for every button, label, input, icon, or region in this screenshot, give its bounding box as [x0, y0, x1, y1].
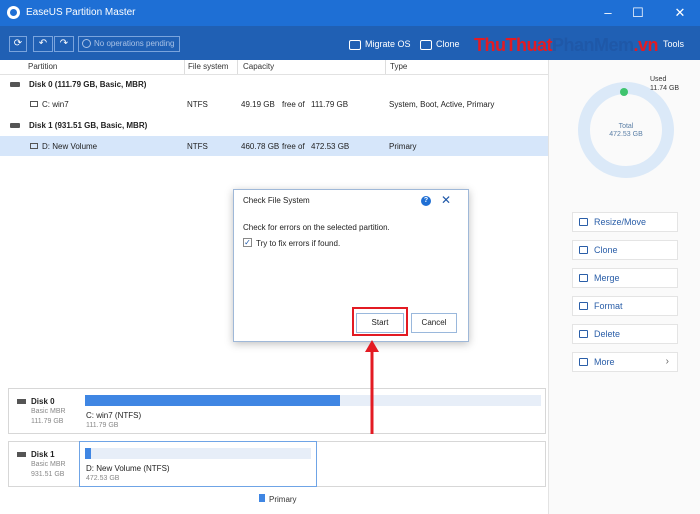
- disk-icon: [17, 399, 26, 404]
- disk-map-size: 931.51 GB: [31, 471, 65, 478]
- total-value: 472.53 GB: [609, 131, 643, 138]
- partition-total: 472.53 GB: [311, 142, 350, 151]
- tools-button[interactable]: Tools: [663, 36, 684, 52]
- maximize-icon[interactable]: ☐: [626, 3, 650, 23]
- migrate-os-button[interactable]: Migrate OS: [349, 36, 411, 52]
- disk-map-partition: D: New Volume (NTFS): [86, 464, 170, 473]
- disk-icon: [10, 123, 20, 128]
- merge-button[interactable]: Merge: [572, 268, 678, 288]
- partition-icon: [30, 143, 38, 149]
- disk-label: Disk 0 (111.79 GB, Basic, MBR): [29, 80, 147, 89]
- disk-map-type: Basic MBR: [31, 408, 66, 415]
- used-indicator-dot: [620, 88, 628, 96]
- total-label: Total: [618, 123, 634, 130]
- annotation-arrow: [365, 340, 379, 434]
- help-icon[interactable]: ?: [421, 196, 431, 206]
- used-label: Used: [650, 76, 667, 83]
- more-dots-icon: [579, 358, 588, 366]
- column-header-file-system[interactable]: File system: [188, 62, 228, 74]
- partition-fs: NTFS: [187, 100, 208, 109]
- disk-label: Disk 1 (931.51 GB, Basic, MBR): [29, 121, 148, 130]
- partition-icon: [30, 101, 38, 107]
- column-header-type[interactable]: Type: [390, 62, 407, 74]
- redo-button[interactable]: ↷: [54, 36, 74, 52]
- partition-name: C: win7: [42, 100, 69, 109]
- disk-row[interactable]: Disk 1 (931.51 GB, Basic, MBR): [0, 115, 548, 135]
- disk-map-disk-0[interactable]: Disk 0 Basic MBR 111.79 GB C: win7 (NTFS…: [8, 388, 546, 434]
- disk-row[interactable]: Disk 0 (111.79 GB, Basic, MBR): [0, 74, 548, 94]
- app-logo-icon: [7, 6, 20, 19]
- clone-icon: [579, 246, 588, 254]
- migrate-os-icon: [349, 39, 361, 50]
- column-separator: [385, 60, 386, 74]
- close-icon[interactable]: ✕: [668, 3, 692, 23]
- column-header-capacity[interactable]: Capacity: [243, 62, 274, 74]
- legend-primary-label: Primary: [269, 495, 297, 504]
- partition-total: 111.79 GB: [311, 100, 349, 109]
- column-separator: [184, 60, 185, 74]
- used-value: 11.74 GB: [650, 85, 680, 92]
- disk-icon: [17, 452, 26, 457]
- partition-row-selected[interactable]: D: New Volume NTFS 460.78 GB free of 472…: [0, 136, 548, 156]
- disk-map-name: Disk 0: [31, 397, 55, 406]
- column-header-partition[interactable]: Partition: [28, 62, 57, 74]
- more-button[interactable]: More ›: [572, 352, 678, 372]
- disk-map-partition-size: 111.79 GB: [86, 422, 119, 429]
- disk-icon: [10, 82, 20, 87]
- watermark: ThuThuatPhanMem.vn: [474, 35, 659, 55]
- column-separator: [237, 60, 238, 74]
- partition-bar-fill: [85, 395, 341, 406]
- disk-map-disk-1[interactable]: Disk 1 Basic MBR 931.51 GB D: New Volume…: [8, 441, 546, 487]
- partition-free: 49.19 GB: [241, 100, 275, 109]
- clone-icon: [420, 39, 432, 50]
- minimize-icon[interactable]: –: [596, 3, 620, 23]
- disk-map-size: 111.79 GB: [31, 418, 64, 425]
- partition-row[interactable]: C: win7 NTFS 49.19 GB free of 111.79 GB …: [0, 94, 548, 114]
- partition-bar-fill: [85, 448, 91, 459]
- resize-move-button[interactable]: Resize/Move: [572, 212, 678, 232]
- format-button[interactable]: Format: [572, 296, 678, 316]
- dialog-close-icon[interactable]: ✕: [441, 193, 451, 207]
- pending-operations-button[interactable]: No operations pending: [78, 36, 180, 52]
- title-bar: EaseUS Partition Master – ☐ ✕: [0, 0, 700, 26]
- dialog-message: Check for errors on the selected partiti…: [243, 223, 390, 232]
- legend-primary-swatch: [259, 494, 265, 502]
- disk-map-partition-size: 472.53 GB: [86, 475, 120, 482]
- chevron-right-icon: ›: [665, 356, 669, 367]
- partition-type: Primary: [389, 142, 417, 151]
- disk-map-partition: C: win7 (NTFS): [86, 411, 142, 420]
- format-icon: [579, 302, 588, 310]
- partition-bar[interactable]: [85, 448, 311, 459]
- cancel-button[interactable]: Cancel: [411, 313, 457, 333]
- highlight-box: [352, 307, 408, 336]
- free-of-label: free of: [282, 100, 305, 109]
- dialog-title: Check File System: [243, 196, 310, 205]
- partition-type: System, Boot, Active, Primary: [389, 100, 495, 109]
- resize-icon: [579, 218, 588, 226]
- disk-map-name: Disk 1: [31, 450, 55, 459]
- play-icon: [82, 39, 91, 48]
- refresh-button[interactable]: ⟳: [9, 36, 27, 52]
- partition-bar[interactable]: [85, 395, 541, 406]
- clone-action-button[interactable]: Clone: [572, 240, 678, 260]
- fix-errors-label[interactable]: Try to fix errors if found.: [256, 239, 340, 248]
- fix-errors-checkbox[interactable]: ✓: [243, 238, 252, 247]
- app-title: EaseUS Partition Master: [26, 7, 136, 18]
- partition-fs: NTFS: [187, 142, 208, 151]
- partition-name: D: New Volume: [42, 142, 98, 151]
- free-of-label: free of: [282, 142, 305, 151]
- trash-icon: [579, 330, 588, 338]
- undo-button[interactable]: ↶: [33, 36, 53, 52]
- merge-icon: [579, 274, 588, 282]
- clone-button[interactable]: Clone: [420, 36, 460, 52]
- disk-map-type: Basic MBR: [31, 461, 66, 468]
- delete-button[interactable]: Delete: [572, 324, 678, 344]
- partition-free: 460.78 GB: [241, 142, 280, 151]
- usage-donut-chart: [578, 82, 674, 178]
